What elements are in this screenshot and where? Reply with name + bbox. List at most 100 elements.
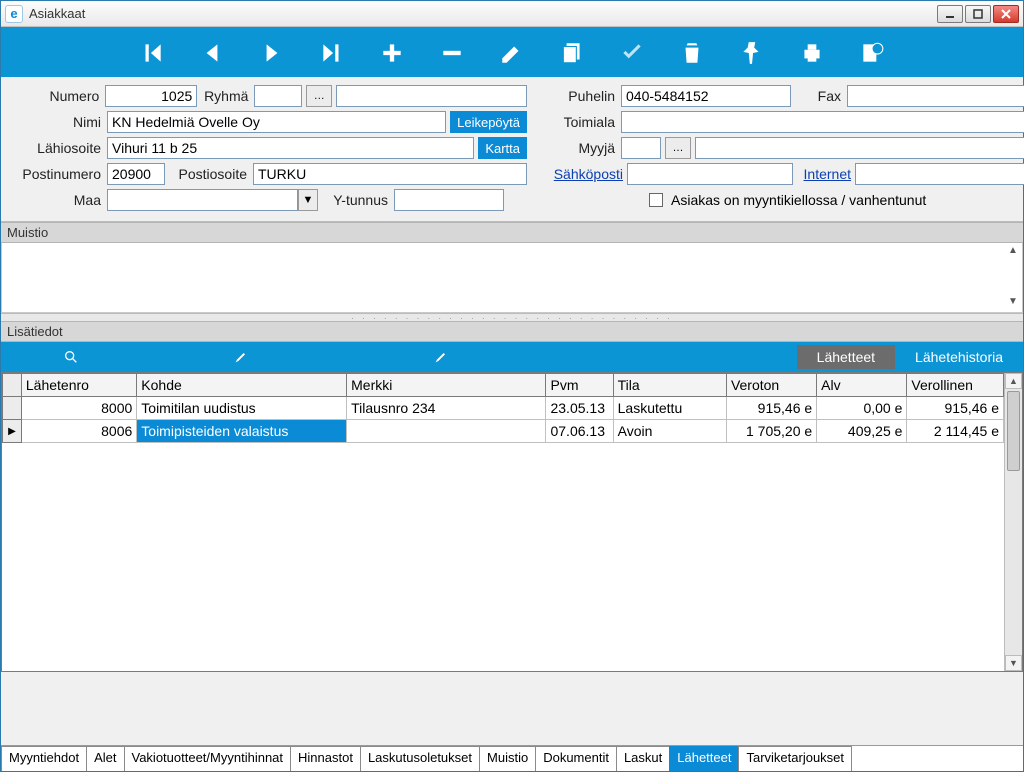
puhelin-input[interactable] xyxy=(621,85,791,107)
col-pvm[interactable]: Pvm xyxy=(546,374,613,397)
toimiala-label: Toimiala xyxy=(547,114,617,130)
cell-tila[interactable]: Laskutettu xyxy=(613,397,726,420)
nimi-label: Nimi xyxy=(7,114,103,130)
bottom-tab-dokumentit[interactable]: Dokumentit xyxy=(535,746,617,771)
bottom-tab-alet[interactable]: Alet xyxy=(86,746,124,771)
cell-veroton[interactable]: 915,46 e xyxy=(726,397,816,420)
ytunnus-label: Y-tunnus xyxy=(322,192,390,208)
myyja-name-input[interactable] xyxy=(695,137,1024,159)
maximize-button[interactable] xyxy=(965,5,991,23)
maa-dropdown-button[interactable]: ▼ xyxy=(298,189,318,211)
row-indicator-current: ▶ xyxy=(3,420,22,443)
last-icon[interactable] xyxy=(317,38,347,68)
lahiosoite-label: Lähiosoite xyxy=(7,140,103,156)
cell-pvm[interactable]: 23.05.13 xyxy=(546,397,613,420)
cell-verollinen[interactable]: 915,46 e xyxy=(907,397,1004,420)
cell-alv[interactable]: 0,00 e xyxy=(817,397,907,420)
flashlight-icon[interactable] xyxy=(737,38,767,68)
bottom-tab-laskutusoletukset[interactable]: Laskutusoletukset xyxy=(360,746,480,771)
sahkoposti-input[interactable] xyxy=(627,163,793,185)
bottom-tab-hinnastot[interactable]: Hinnastot xyxy=(290,746,361,771)
scroll-thumb[interactable] xyxy=(1007,391,1020,471)
minus-icon[interactable] xyxy=(437,38,467,68)
col-veroton[interactable]: Veroton xyxy=(726,374,816,397)
muistio-textarea[interactable]: ▲ ▼ xyxy=(1,243,1023,313)
cell-verollinen[interactable]: 2 114,45 e xyxy=(907,420,1004,443)
bottom-tab-muistio[interactable]: Muistio xyxy=(479,746,536,771)
cell-pvm[interactable]: 07.06.13 xyxy=(546,420,613,443)
col-tila[interactable]: Tila xyxy=(613,374,726,397)
brush2-icon[interactable] xyxy=(341,342,541,371)
col-merkki[interactable]: Merkki xyxy=(347,374,546,397)
col-verollinen[interactable]: Verollinen xyxy=(907,374,1004,397)
table-row[interactable]: 8000 Toimitilan uudistus Tilausnro 234 2… xyxy=(3,397,1004,420)
cell-kohde[interactable]: Toimitilan uudistus xyxy=(137,397,347,420)
next-icon[interactable] xyxy=(257,38,287,68)
bottom-tab-myyntiehdot[interactable]: Myyntiehdot xyxy=(1,746,87,771)
maa-input[interactable] xyxy=(107,189,298,211)
cell-tila[interactable]: Avoin xyxy=(613,420,726,443)
kartta-button[interactable]: Kartta xyxy=(478,137,527,159)
first-icon[interactable] xyxy=(137,38,167,68)
myyja-input[interactable] xyxy=(621,137,661,159)
col-alv[interactable]: Alv xyxy=(817,374,907,397)
cell-kohde-selected[interactable]: Toimipisteiden valaistus xyxy=(137,420,347,443)
prev-icon[interactable] xyxy=(197,38,227,68)
ryhma-name-input[interactable] xyxy=(336,85,527,107)
bottom-tab-vakiotuotteet-myyntihinnat[interactable]: Vakiotuotteet/Myyntihinnat xyxy=(124,746,292,771)
postinumero-input[interactable] xyxy=(107,163,165,185)
nimi-input[interactable] xyxy=(107,111,446,133)
tab-lahetehistoria[interactable]: Lähetehistoria xyxy=(895,345,1023,369)
myyja-lookup-button[interactable]: … xyxy=(665,137,691,159)
puhelin-label: Puhelin xyxy=(547,88,617,104)
leikepoyta-button[interactable]: Leikepöytä xyxy=(450,111,527,133)
scroll-down-icon[interactable]: ▼ xyxy=(1006,296,1020,310)
cell-merkki[interactable] xyxy=(347,420,546,443)
myyntikielto-checkbox[interactable] xyxy=(649,193,663,207)
print-icon[interactable] xyxy=(797,38,827,68)
scroll-up-icon[interactable]: ▲ xyxy=(1006,245,1020,259)
app-icon: e xyxy=(5,5,23,23)
postinumero-label: Postinumero xyxy=(7,166,103,182)
fax-input[interactable] xyxy=(847,85,1024,107)
check-icon[interactable] xyxy=(617,38,647,68)
numero-input[interactable] xyxy=(105,85,197,107)
bottom-tab-laskut[interactable]: Laskut xyxy=(616,746,670,771)
cell-lahetenro[interactable]: 8000 xyxy=(21,397,136,420)
internet-input[interactable] xyxy=(855,163,1024,185)
export-icon[interactable] xyxy=(857,38,887,68)
titlebar: e Asiakkaat xyxy=(1,1,1023,27)
bottom-tab-tarviketarjoukset[interactable]: Tarviketarjoukset xyxy=(738,746,852,771)
cell-merkki[interactable]: Tilausnro 234 xyxy=(347,397,546,420)
copy-icon[interactable] xyxy=(557,38,587,68)
bottom-tab-l-hetteet[interactable]: Lähetteet xyxy=(669,746,739,771)
grid-header-row: Lähetenro Kohde Merkki Pvm Tila Veroton … xyxy=(3,374,1004,397)
sahkoposti-link[interactable]: Sähköposti xyxy=(547,166,623,182)
col-kohde[interactable]: Kohde xyxy=(137,374,347,397)
internet-link[interactable]: Internet xyxy=(797,166,851,182)
ryhma-input[interactable] xyxy=(254,85,302,107)
numero-label: Numero xyxy=(7,88,101,104)
cell-alv[interactable]: 409,25 e xyxy=(817,420,907,443)
ryhma-lookup-button[interactable]: … xyxy=(306,85,332,107)
col-lahetenro[interactable]: Lähetenro xyxy=(21,374,136,397)
postiosoite-input[interactable] xyxy=(253,163,527,185)
minimize-button[interactable] xyxy=(937,5,963,23)
brush1-icon[interactable] xyxy=(141,342,341,371)
grid-scrollbar[interactable]: ▲ ▼ xyxy=(1004,373,1022,671)
tab-lahetteet[interactable]: Lähetteet xyxy=(797,345,895,369)
edit-icon[interactable] xyxy=(497,38,527,68)
cell-lahetenro[interactable]: 8006 xyxy=(21,420,136,443)
plus-icon[interactable] xyxy=(377,38,407,68)
close-button[interactable] xyxy=(993,5,1019,23)
toimiala-input[interactable] xyxy=(621,111,1024,133)
cell-veroton[interactable]: 1 705,20 e xyxy=(726,420,816,443)
scroll-up-icon[interactable]: ▲ xyxy=(1005,373,1022,389)
trash-icon[interactable] xyxy=(677,38,707,68)
table-row[interactable]: ▶ 8006 Toimipisteiden valaistus 07.06.13… xyxy=(3,420,1004,443)
ytunnus-input[interactable] xyxy=(394,189,504,211)
lahiosoite-input[interactable] xyxy=(107,137,474,159)
scroll-down-icon[interactable]: ▼ xyxy=(1005,655,1022,671)
splitter-handle[interactable]: · · · · · · · · · · · · · · · · · · · · … xyxy=(1,313,1023,321)
search-icon[interactable] xyxy=(1,342,141,371)
